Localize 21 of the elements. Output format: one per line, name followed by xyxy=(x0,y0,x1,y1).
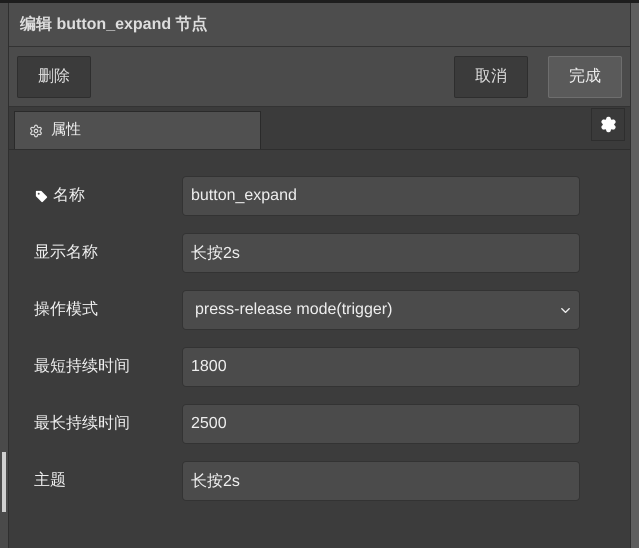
input-field[interactable]: 长按2s xyxy=(182,233,580,273)
input-field[interactable]: 2500 xyxy=(182,404,580,444)
settings-icon xyxy=(600,116,616,133)
dialog-button[interactable]: 删除 xyxy=(17,56,91,98)
settings-button[interactable] xyxy=(591,108,625,141)
field-label: 最长持续时间 xyxy=(34,414,130,434)
dialog-title: 编辑 button_expand 节点 xyxy=(20,14,208,34)
input-field[interactable]: button_expand xyxy=(182,176,580,216)
field-label: 最短持续时间 xyxy=(34,356,130,377)
field-label: 操作模式 xyxy=(34,300,98,320)
gear-icon xyxy=(29,124,43,138)
input-field[interactable]: 长按2s xyxy=(182,461,580,501)
mode-dropdown[interactable]: press-release mode(trigger) xyxy=(182,290,580,330)
scrollbar-thumb[interactable] xyxy=(2,452,6,512)
dialog-button[interactable]: 取消 xyxy=(454,56,528,98)
dialog-button[interactable]: 完成 xyxy=(548,56,622,98)
field-label: 显示名称 xyxy=(34,243,98,263)
properties-tab[interactable]: 属性 xyxy=(14,111,261,149)
field-label: 主题 xyxy=(34,470,66,491)
field-label: 名称 xyxy=(53,186,85,206)
input-field[interactable]: 1800 xyxy=(182,347,580,387)
